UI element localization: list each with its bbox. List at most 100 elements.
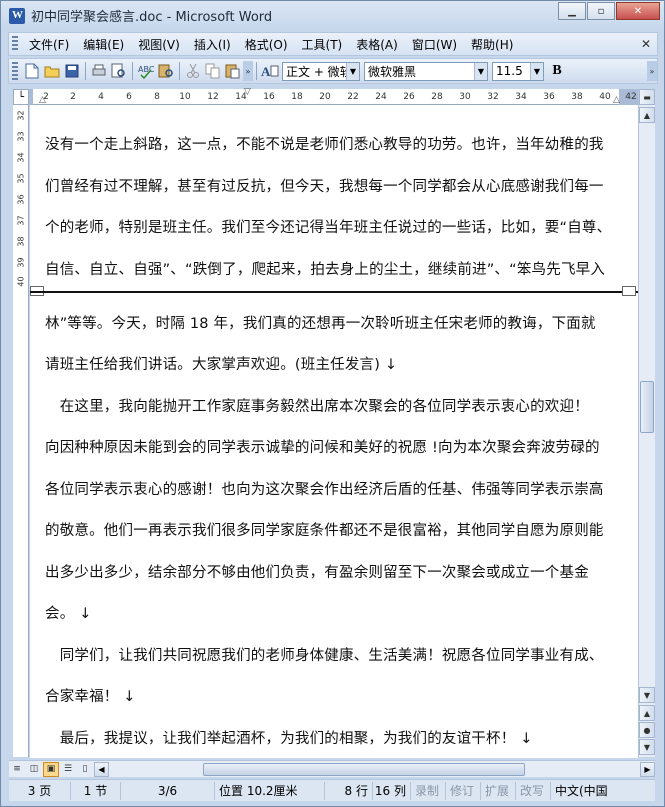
horizontal-scroll-track[interactable] (109, 762, 640, 777)
menu-edit[interactable]: 编辑(E) (76, 36, 131, 53)
ruler-tick: 8 (154, 92, 160, 102)
left-indent-marker[interactable]: △ (39, 95, 46, 105)
normal-view-icon[interactable]: ≡ (9, 762, 25, 777)
style-select[interactable]: 正文 + 微软 ▼ (282, 61, 360, 81)
menu-bar: 文件(F) 编辑(E) 视图(V) 插入(I) 格式(O) 工具(T) 表格(A… (8, 32, 658, 56)
paragraph-line: 的敬意。他们一再表示我们很多同学家庭条件都还不是很富裕，其他同学自愿为原则能 (45, 523, 604, 539)
chevron-down-icon[interactable]: ▼ (530, 62, 543, 80)
tab-stop-selector[interactable]: └ (13, 89, 29, 105)
paragraph-line: 各位同学表示衷心的感谢！也向为这次聚会作出经济后盾的任基、伟强等同学表示崇高 (45, 482, 604, 498)
styles-formatting-icon[interactable]: A (261, 62, 279, 80)
outline-view-icon[interactable]: ☰ (60, 762, 76, 777)
formatting-toolbar: ABC » A 正文 + 微软 ▼ 微软雅黑 ▼ 11.5 ▼ B » (8, 58, 658, 84)
split-box-icon[interactable]: ▬ (639, 89, 655, 105)
reading-layout-view-icon[interactable]: ▯ (77, 762, 93, 777)
window-controls: ▁ ▫ ✕ (557, 2, 660, 20)
close-document-icon[interactable]: ✕ (641, 37, 651, 51)
ruler-tick: 40 (599, 92, 611, 102)
toolbar-options-chevron[interactable]: » (647, 61, 657, 81)
document-editing-area[interactable]: 没有一个走上斜路，这一点，不能不说是老师们悉心教导的功劳。也许，当年幼稚的我 们… (30, 105, 638, 758)
ruler-tick: 12 (207, 92, 219, 102)
style-select-value: 正文 + 微软 (286, 64, 352, 79)
status-position: 位置 10.2厘米 (215, 781, 325, 800)
scroll-up-icon[interactable]: ▲ (639, 107, 655, 123)
previous-page-icon[interactable]: ▲ (639, 705, 655, 721)
vertical-scroll-thumb[interactable] (640, 381, 654, 433)
spelling-check-icon[interactable]: ABC (137, 62, 155, 80)
scroll-right-icon[interactable]: ▶ (640, 761, 655, 777)
save-icon[interactable] (63, 62, 81, 80)
font-select[interactable]: 微软雅黑 ▼ (364, 61, 488, 81)
open-folder-icon[interactable] (43, 62, 61, 80)
ruler-tick: 16 (263, 92, 275, 102)
chevron-down-icon[interactable]: ▼ (474, 62, 487, 80)
menu-table[interactable]: 表格(A) (349, 36, 405, 53)
scroll-left-icon[interactable]: ◀ (94, 761, 109, 777)
vruler-tick: 39 (16, 257, 26, 268)
status-line: 8 行 (325, 781, 373, 800)
paste-icon[interactable] (224, 62, 242, 80)
close-button[interactable]: ✕ (616, 2, 660, 20)
paragraph-line: 没有一个走上斜路，这一点，不能不说是老师们悉心教导的功劳。也许，当年幼稚的我 (45, 137, 604, 153)
paragraph-line: 最后，我提议，让我们举起酒杯，为我们的相聚，为我们的友谊干杯！ ↓ (45, 731, 533, 747)
next-page-icon[interactable]: ▼ (639, 739, 655, 755)
paragraph-line: 合家幸福！ ↓ (45, 689, 136, 705)
new-document-icon[interactable] (23, 62, 41, 80)
print-preview-icon[interactable] (110, 62, 128, 80)
vertical-scrollbar[interactable]: ▬ ▲ ▼ ▲ ● ▼ (638, 89, 655, 757)
ruler-tick: 4 (98, 92, 104, 102)
paragraph-line: 请班主任给我们讲话。大家掌声欢迎。(班主任发言) ↓ (45, 357, 398, 373)
menu-help[interactable]: 帮助(H) (464, 36, 520, 53)
restore-button[interactable]: ▫ (587, 2, 615, 20)
font-size-select[interactable]: 11.5 ▼ (492, 61, 544, 81)
print-icon[interactable] (90, 62, 108, 80)
minimize-button[interactable]: ▁ (558, 2, 586, 20)
word-app-icon[interactable] (9, 7, 25, 24)
menu-format[interactable]: 格式(O) (238, 36, 295, 53)
ruler-tick: 38 (571, 92, 583, 102)
paragraph-line: 自信、自立、自强”、“跌倒了，爬起来，拍去身上的尘土，继续前进”、“笨鸟先飞早入 (45, 262, 606, 278)
svg-text:A: A (261, 64, 271, 79)
ruler-tick: 34 (515, 92, 527, 102)
ruler-tick: 10 (179, 92, 191, 102)
vruler-tick: 33 (16, 131, 26, 142)
vertical-ruler[interactable]: 32 33 34 35 36 37 38 39 40 (13, 105, 29, 757)
status-record-macro[interactable]: 录制 (411, 781, 446, 800)
web-layout-view-icon[interactable]: ◫ (26, 762, 42, 777)
print-layout-view-icon[interactable]: ▣ (43, 761, 59, 777)
page-break-marker-right (622, 286, 636, 296)
ruler-tick: 36 (543, 92, 555, 102)
status-overtype[interactable]: 改写 (516, 781, 551, 800)
menu-insert[interactable]: 插入(I) (187, 36, 238, 53)
vruler-tick: 40 (16, 276, 26, 287)
toolbar-grip-handle[interactable] (12, 62, 18, 80)
select-browse-object-icon[interactable]: ● (639, 722, 655, 738)
font-select-value: 微软雅黑 (368, 64, 417, 79)
bold-button[interactable]: B (546, 61, 568, 81)
ruler-tick: 20 (319, 92, 331, 102)
ruler-tick: 28 (431, 92, 443, 102)
ruler-tick: 42 (625, 92, 637, 102)
horizontal-scroll-area: ≡ ◫ ▣ ☰ ▯ ◀ ▶ (9, 760, 655, 777)
chevron-down-icon[interactable]: ▼ (346, 62, 359, 80)
menu-view[interactable]: 视图(V) (131, 36, 187, 53)
research-icon[interactable] (157, 62, 175, 80)
vruler-tick: 37 (16, 215, 26, 226)
status-language[interactable]: 中文(中国 (551, 782, 611, 800)
copy-icon[interactable] (204, 62, 222, 80)
menu-window[interactable]: 窗口(W) (405, 36, 464, 53)
horizontal-ruler[interactable]: 2 2 4 6 8 10 12 14 16 18 20 22 24 26 28 … (13, 87, 640, 105)
cut-icon[interactable] (184, 62, 202, 80)
horizontal-scroll-thumb[interactable] (203, 762, 525, 776)
right-indent-marker[interactable]: △ (613, 95, 620, 105)
paragraph-line: 出多少出多少，结余部分不够由他们负责，有盈余则留至下一次聚会或成立一个基金 (45, 565, 589, 581)
toolbar-options-chevron[interactable]: » (243, 61, 253, 81)
status-track-changes[interactable]: 修订 (446, 781, 481, 800)
status-extend-selection[interactable]: 扩展 (481, 781, 516, 800)
menu-file[interactable]: 文件(F) (22, 36, 76, 53)
menu-tools[interactable]: 工具(T) (295, 36, 350, 53)
menu-grip-handle[interactable] (12, 36, 18, 52)
vruler-tick: 38 (16, 236, 26, 247)
scroll-down-icon[interactable]: ▼ (639, 687, 655, 703)
first-line-indent-marker[interactable]: ▽ (244, 87, 251, 97)
